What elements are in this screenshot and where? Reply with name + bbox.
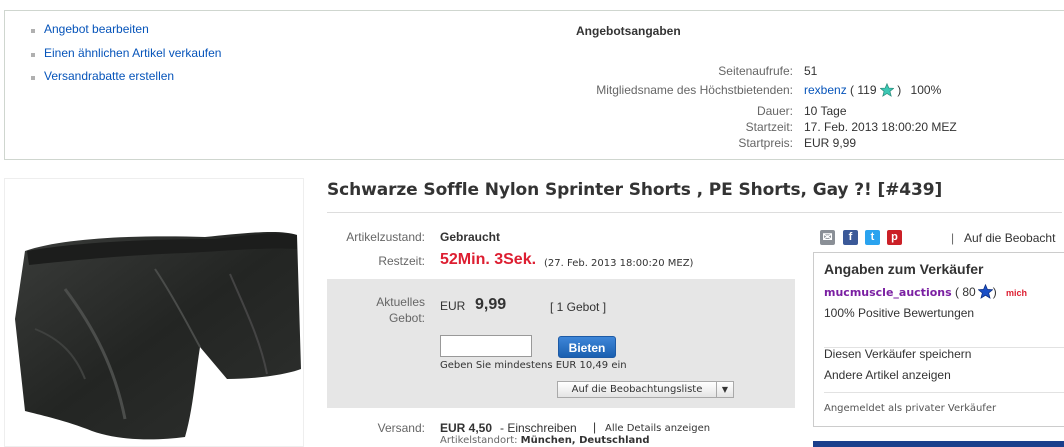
views-value: 51 <box>804 64 818 78</box>
twitter-icon[interactable]: t <box>865 230 880 245</box>
seller-name[interactable]: mucmuscle_auctions <box>824 286 952 299</box>
current-bid-label: Aktuelles Gebot: <box>376 295 425 325</box>
bid-count-link[interactable]: [ 1 Gebot ] <box>550 300 606 314</box>
remaining-end-time: (27. Feb. 2013 18:00:20 MEZ) <box>544 258 694 269</box>
private-seller-note: Angemeldet als privater Verkäufer <box>824 403 997 414</box>
action-edit-listing[interactable]: Angebot bearbeiten <box>30 18 221 42</box>
high-bidder: rexbenz ( 119 ) 100% <box>804 82 942 97</box>
email-share-icon[interactable]: ✉ <box>820 230 835 245</box>
seller-heading: Angaben zum Verkäufer <box>824 261 984 277</box>
seller-identity: mucmuscle_auctions ( 80) mich <box>824 283 1028 299</box>
start-time-label: Startzeit: <box>745 120 793 134</box>
turquoise-star-icon <box>879 82 895 97</box>
current-bid-currency: EUR <box>440 299 466 313</box>
start-price-label: Startpreis: <box>738 136 793 150</box>
duration-value: 10 Tage <box>804 104 847 118</box>
remaining-value: 52Min. 3Sek. <box>440 251 537 268</box>
product-image[interactable] <box>4 178 304 447</box>
seller-score: ( 80 <box>955 285 976 299</box>
blue-star-icon <box>977 283 994 299</box>
shipping-separator: | <box>593 420 597 434</box>
shipping-label: Versand: <box>377 421 425 435</box>
share-separator: | <box>951 231 955 245</box>
add-to-watchlist-button[interactable]: Auf die Beobachtungsliste ▼ <box>557 381 734 398</box>
shipping-method: - Einschreiben <box>500 421 577 435</box>
bid-button[interactable]: Bieten <box>558 336 616 358</box>
me-badge-icon[interactable]: mich <box>1006 288 1027 298</box>
pinterest-icon[interactable]: p <box>887 230 902 245</box>
high-bidder-percent: 100% <box>910 83 942 97</box>
seller-positive: 100% Positive Bewertungen <box>824 306 975 320</box>
start-price-value: EUR 9,99 <box>804 136 857 150</box>
save-seller-link[interactable]: Diesen Verkäufer speichern <box>824 347 971 361</box>
shipping-value: EUR 4,50 <box>440 421 493 435</box>
seller-info-panel <box>813 252 1064 427</box>
seller-divider-2 <box>824 392 1064 393</box>
high-bidder-label: Mitgliedsname des Höchstbietenden: <box>596 83 793 97</box>
action-shipping-discounts[interactable]: Versandrabatte erstellen <box>30 65 221 89</box>
high-bidder-score: ( 119 <box>850 83 877 97</box>
dropdown-caret-icon[interactable]: ▼ <box>716 382 733 397</box>
condition-value: Gebraucht <box>440 230 501 244</box>
shipping-details-link[interactable]: Alle Details anzeigen <box>605 423 710 434</box>
high-bidder-name[interactable]: rexbenz <box>804 83 847 97</box>
start-time-value: 17. Feb. 2013 18:00:20 MEZ <box>804 120 957 134</box>
other-items-link[interactable]: Andere Artikel anzeigen <box>824 368 951 382</box>
offer-info-heading: Angebotsangaben <box>576 24 681 38</box>
condition-label: Artikelzustand: <box>346 230 425 244</box>
watch-link[interactable]: Auf die Beobacht <box>964 231 1055 245</box>
black-shorts-image <box>15 231 301 440</box>
duration-label: Dauer: <box>756 104 793 118</box>
item-title: Schwarze Soffle Nylon Sprinter Shorts , … <box>327 180 943 200</box>
item-location: Artikelstandort: München, Deutschland <box>440 435 650 446</box>
bottom-banner <box>813 441 1064 447</box>
seller-actions-list: Angebot bearbeiten Einen ähnlichen Artik… <box>30 18 221 89</box>
current-bid-amount: 9,99 <box>475 296 507 313</box>
facebook-icon[interactable]: f <box>843 230 858 245</box>
bid-amount-input[interactable] <box>440 335 532 357</box>
remaining-label: Restzeit: <box>378 254 425 268</box>
views-label: Seitenaufrufe: <box>718 64 793 78</box>
title-divider <box>327 212 1062 213</box>
min-bid-hint: Geben Sie mindestens EUR 10,49 ein <box>440 360 627 371</box>
action-sell-similar[interactable]: Einen ähnlichen Artikel verkaufen <box>30 42 221 66</box>
